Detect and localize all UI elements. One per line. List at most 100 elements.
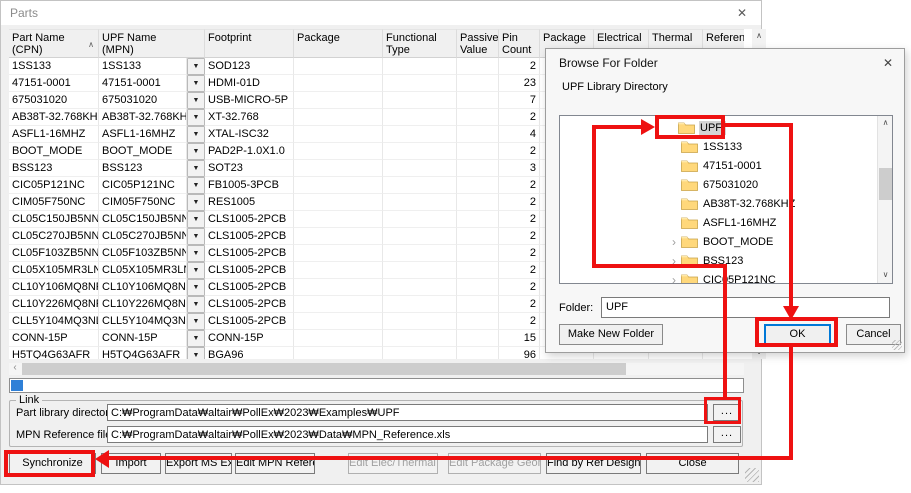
tree-item[interactable]: 1SS133 bbox=[560, 137, 877, 156]
table-cell[interactable]: CL10Y226MQ8NRNC bbox=[9, 296, 99, 313]
table-cell[interactable] bbox=[457, 92, 499, 109]
table-cell[interactable]: CL05F103ZB5NNNC bbox=[99, 245, 187, 262]
table-cell[interactable]: HDMI-01D bbox=[205, 75, 294, 92]
table-cell[interactable] bbox=[457, 296, 499, 313]
table-cell[interactable]: CLS1005-2PCB bbox=[205, 262, 294, 279]
table-cell[interactable] bbox=[457, 58, 499, 75]
table-cell[interactable]: AB38T-32.768KHZ bbox=[99, 109, 187, 126]
table-cell[interactable]: ASFL1-16MHZ bbox=[9, 126, 99, 143]
table-cell[interactable]: CL05X105MR3LNNH bbox=[9, 262, 99, 279]
table-cell[interactable]: CL10Y106MQ8NRNC bbox=[99, 279, 187, 296]
table-cell[interactable] bbox=[457, 177, 499, 194]
table-cell[interactable] bbox=[383, 211, 457, 228]
table-cell[interactable]: 2 bbox=[499, 177, 540, 194]
table-cell[interactable]: 1SS133 bbox=[99, 58, 187, 75]
table-cell[interactable] bbox=[383, 279, 457, 296]
mpn-dropdown-icon[interactable]: ▼ bbox=[187, 109, 205, 126]
mpn-dropdown-icon[interactable]: ▼ bbox=[187, 279, 205, 296]
table-cell[interactable]: 2 bbox=[499, 296, 540, 313]
table-cell[interactable]: RES1005 bbox=[205, 194, 294, 211]
mpn-dropdown-icon[interactable]: ▼ bbox=[187, 330, 205, 347]
table-cell[interactable] bbox=[383, 143, 457, 160]
table-cell[interactable] bbox=[294, 279, 383, 296]
table-cell[interactable]: CL05C150JB5NNND bbox=[9, 211, 99, 228]
table-cell[interactable]: FB1005-3PCB bbox=[205, 177, 294, 194]
table-cell[interactable] bbox=[294, 194, 383, 211]
table-cell[interactable]: 2 bbox=[499, 279, 540, 296]
table-cell[interactable] bbox=[383, 313, 457, 330]
table-cell[interactable] bbox=[294, 177, 383, 194]
table-cell[interactable] bbox=[383, 58, 457, 75]
tree-item[interactable]: ASFL1-16MHZ bbox=[560, 213, 877, 232]
part-library-directory-field[interactable]: C:₩ProgramData₩altair₩PollEx₩2023₩Exampl… bbox=[107, 404, 708, 421]
table-cell[interactable]: 2 bbox=[499, 228, 540, 245]
mpn-dropdown-icon[interactable]: ▼ bbox=[187, 58, 205, 75]
scroll-up-icon[interactable]: ∧ bbox=[752, 29, 766, 43]
table-cell[interactable]: ASFL1-16MHZ bbox=[99, 126, 187, 143]
table-cell[interactable] bbox=[457, 126, 499, 143]
table-cell[interactable]: CONN-15P bbox=[99, 330, 187, 347]
tree-expand-chevron-icon[interactable]: › bbox=[667, 236, 681, 248]
table-cell[interactable] bbox=[383, 126, 457, 143]
table-cell[interactable]: 15 bbox=[499, 330, 540, 347]
horizontal-scroll-thumb[interactable] bbox=[22, 363, 626, 375]
table-cell[interactable]: 2 bbox=[499, 245, 540, 262]
tree-item[interactable]: 47151-0001 bbox=[560, 156, 877, 175]
tree-scroll-down-icon[interactable]: ∨ bbox=[878, 268, 893, 283]
mpn-dropdown-icon[interactable]: ▼ bbox=[187, 228, 205, 245]
table-cell[interactable]: CL05X105MR3LNNH bbox=[99, 262, 187, 279]
tree-item[interactable]: AB38T-32.768KHZ bbox=[560, 194, 877, 213]
table-cell[interactable] bbox=[294, 296, 383, 313]
table-cell[interactable] bbox=[294, 211, 383, 228]
close-icon[interactable]: ✕ bbox=[731, 3, 753, 23]
table-cell[interactable]: SOT23 bbox=[205, 160, 294, 177]
table-cell[interactable] bbox=[383, 330, 457, 347]
close-button[interactable]: Close bbox=[646, 453, 739, 474]
table-cell[interactable]: CONN-15P bbox=[205, 330, 294, 347]
table-cell[interactable]: 47151-0001 bbox=[9, 75, 99, 92]
mpn-dropdown-icon[interactable]: ▼ bbox=[187, 245, 205, 262]
mpn-dropdown-icon[interactable]: ▼ bbox=[187, 143, 205, 160]
column-header[interactable]: Part Name (CPN)∧ bbox=[9, 29, 99, 58]
table-cell[interactable]: CLL5Y104MQ3NLNC bbox=[9, 313, 99, 330]
table-cell[interactable] bbox=[294, 92, 383, 109]
tree-item[interactable]: UPF bbox=[560, 118, 877, 137]
tree-item[interactable]: › CIC05P121NC bbox=[560, 270, 877, 284]
table-cell[interactable]: H5TQ4G63AFR bbox=[99, 347, 187, 359]
table-cell[interactable] bbox=[383, 194, 457, 211]
table-cell[interactable]: 2 bbox=[499, 211, 540, 228]
table-cell[interactable]: BGA96 bbox=[205, 347, 294, 359]
mpn-dropdown-icon[interactable]: ▼ bbox=[187, 126, 205, 143]
mpn-dropdown-icon[interactable]: ▼ bbox=[187, 92, 205, 109]
table-cell[interactable] bbox=[457, 279, 499, 296]
table-cell[interactable]: H5TQ4G63AFR bbox=[9, 347, 99, 359]
table-cell[interactable] bbox=[383, 75, 457, 92]
table-cell[interactable] bbox=[294, 330, 383, 347]
table-cell[interactable] bbox=[457, 75, 499, 92]
table-cell[interactable]: CLL5Y104MQ3NLNC bbox=[99, 313, 187, 330]
edit-mpn-reference-button[interactable]: Edit MPN Reference bbox=[235, 453, 315, 474]
table-cell[interactable] bbox=[294, 143, 383, 160]
column-header[interactable]: Functional Type bbox=[383, 29, 457, 58]
tree-expand-chevron-icon[interactable]: › bbox=[667, 255, 681, 267]
folder-name-input[interactable]: UPF bbox=[601, 297, 890, 318]
table-cell[interactable] bbox=[457, 143, 499, 160]
table-cell[interactable]: 2 bbox=[499, 143, 540, 160]
mpn-dropdown-icon[interactable]: ▼ bbox=[187, 211, 205, 228]
table-cell[interactable] bbox=[294, 347, 383, 359]
table-cell[interactable] bbox=[457, 313, 499, 330]
table-cell[interactable]: USB-MICRO-5P bbox=[205, 92, 294, 109]
table-cell[interactable] bbox=[383, 177, 457, 194]
import-button[interactable]: Import bbox=[101, 453, 161, 474]
mpn-dropdown-icon[interactable]: ▼ bbox=[187, 160, 205, 177]
table-cell[interactable] bbox=[457, 228, 499, 245]
browse-mpn-reference-button[interactable]: ... bbox=[713, 426, 741, 443]
column-header[interactable]: Pin Count bbox=[499, 29, 540, 58]
table-cell[interactable]: CLS1005-2PCB bbox=[205, 211, 294, 228]
mpn-reference-file-field[interactable]: C:₩ProgramData₩altair₩PollEx₩2023₩Data₩M… bbox=[107, 426, 708, 443]
tree-item[interactable]: 675031020 bbox=[560, 175, 877, 194]
table-cell[interactable]: 2 bbox=[499, 313, 540, 330]
table-cell[interactable]: CLS1005-2PCB bbox=[205, 228, 294, 245]
table-cell[interactable] bbox=[383, 296, 457, 313]
table-cell[interactable]: 2 bbox=[499, 262, 540, 279]
